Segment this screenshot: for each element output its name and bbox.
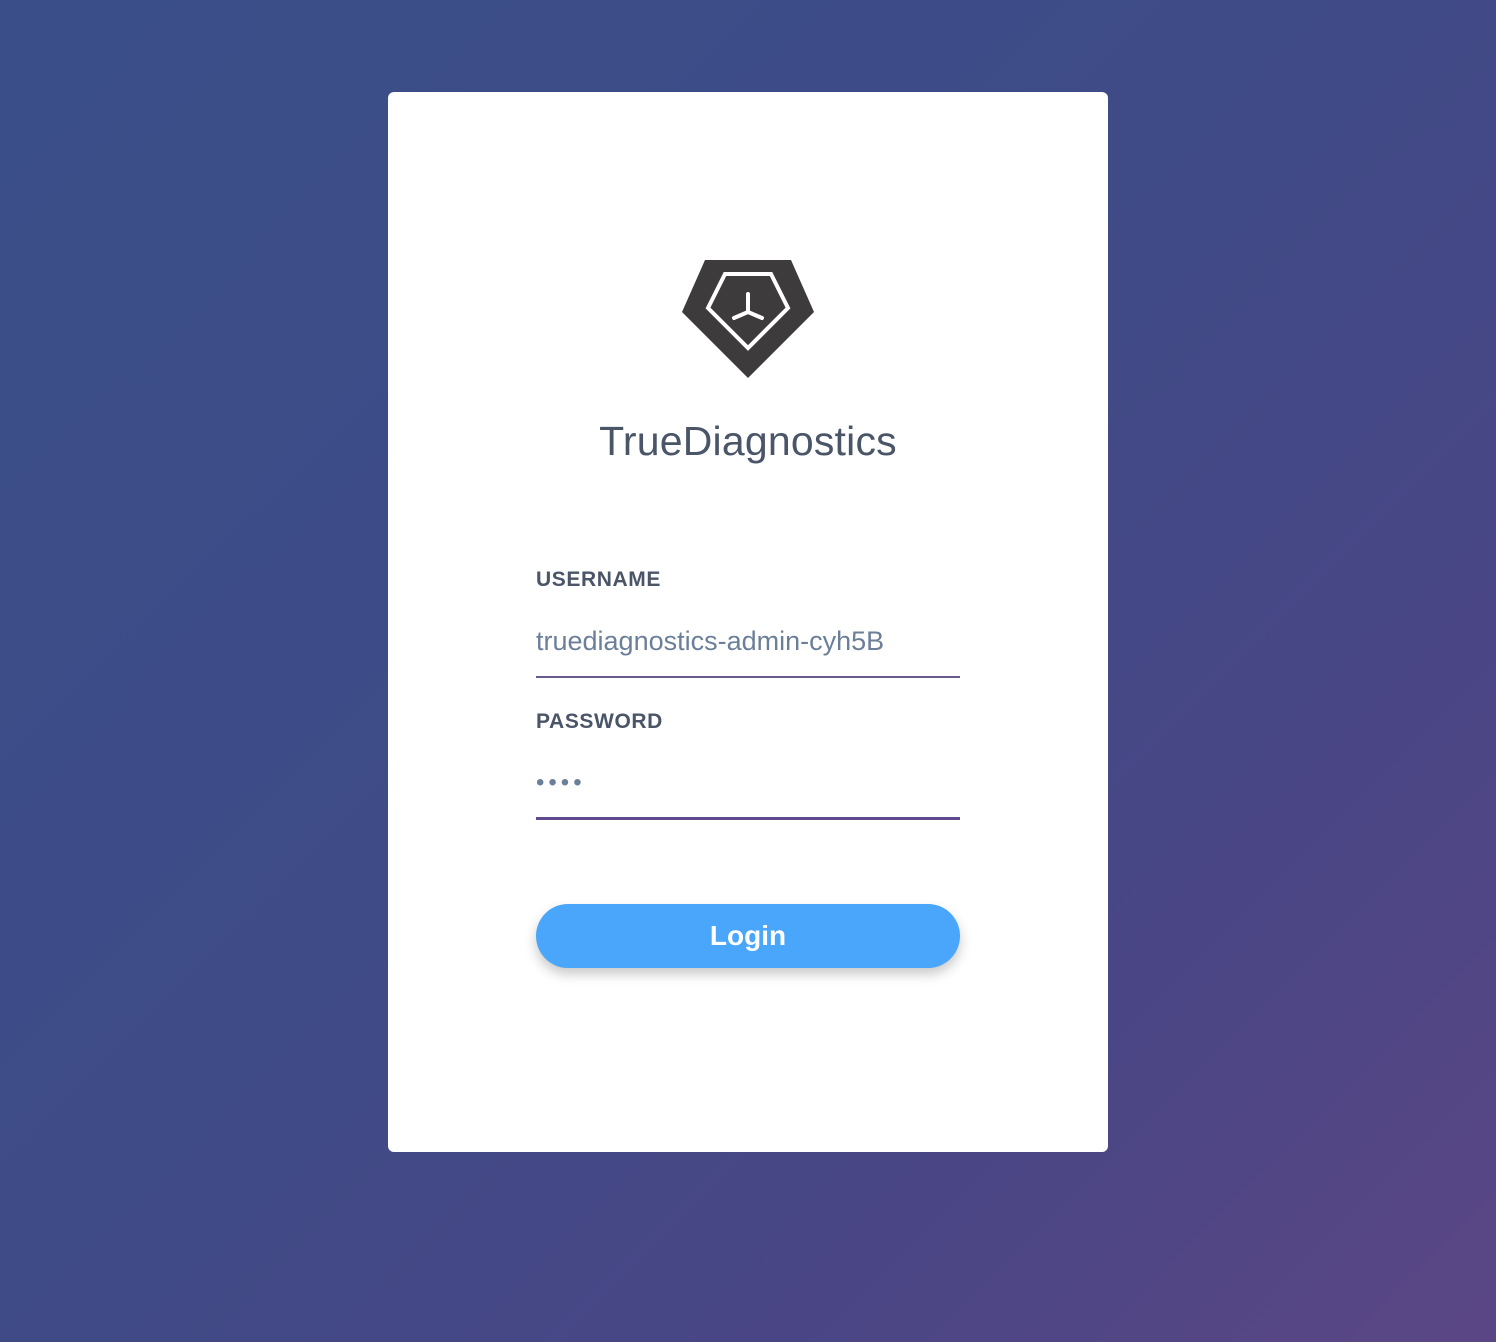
- brand-name: TrueDiagnostics: [599, 418, 897, 464]
- username-field: USERNAME: [536, 566, 960, 678]
- password-input[interactable]: [536, 762, 960, 820]
- login-card: TrueDiagnostics USERNAME PASSWORD Login: [388, 92, 1108, 1152]
- username-input[interactable]: [536, 620, 960, 678]
- password-label: PASSWORD: [536, 710, 663, 733]
- username-label: USERNAME: [536, 568, 661, 591]
- diamond-logo-icon: [682, 260, 814, 378]
- login-button[interactable]: Login: [536, 904, 960, 968]
- password-field: PASSWORD: [536, 708, 960, 820]
